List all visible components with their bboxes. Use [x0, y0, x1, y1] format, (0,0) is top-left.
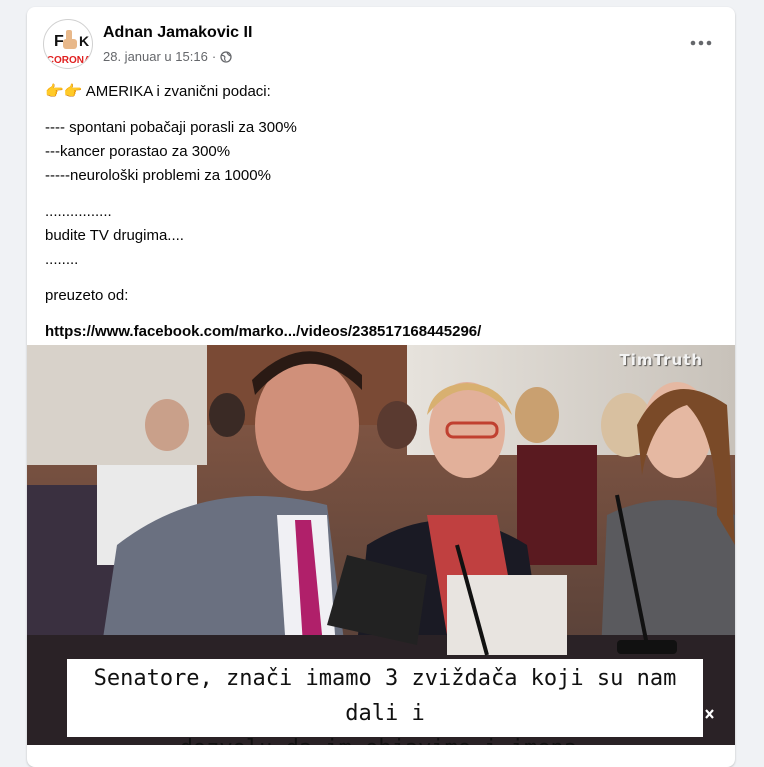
post-dots: ................: [45, 203, 112, 220]
video-player[interactable]: TimTruth Senatore, znači imamo 3 zviždač…: [27, 345, 735, 745]
post-link[interactable]: https://www.facebook.com/marko.../videos…: [45, 323, 481, 340]
post-dots: ........: [45, 251, 79, 268]
svg-text:K: K: [79, 33, 89, 49]
post-line: preuzeto od:: [45, 287, 129, 304]
post-line: ---kancer porastao za 300%: [45, 143, 231, 160]
post-line: ---- spontani pobačaji porasli za 300%: [45, 119, 297, 136]
mute-button[interactable]: [689, 703, 715, 725]
post-line-intro: 👉👉 AMERIKA i zvanični podaci:: [45, 80, 719, 104]
more-horizontal-icon: [690, 40, 712, 46]
meta-separator: ·: [211, 49, 217, 64]
video-subtitle: Senatore, znači imamo 3 zviždača koji su…: [67, 661, 703, 745]
pointing-emoji: 👉👉: [45, 83, 83, 100]
author-name[interactable]: Adnan Jamakovic II: [103, 24, 252, 42]
post-card: F K CORONA Adnan Jamakovic II 28. januar…: [27, 7, 735, 767]
subtitle-line: Senatore, znači imamo 3 zviždača koji su…: [93, 666, 677, 726]
globe-icon: [220, 50, 232, 63]
post-text: 👉👉 AMERIKA i zvanični podaci: ---- spont…: [45, 80, 719, 344]
more-options-button[interactable]: [683, 31, 719, 55]
subtitle-line: dozvolu da im objavimo i imena.: [67, 731, 703, 745]
avatar-logo-icon: F K CORONA: [47, 30, 91, 66]
post-line-intro-text: AMERIKA i zvanični podaci:: [85, 83, 271, 100]
avatar[interactable]: F K CORONA: [43, 19, 93, 69]
post-line: -----neurološki problemi za 1000%: [45, 167, 271, 184]
avatar-caption: CORONA: [47, 55, 91, 66]
post-meta: 28. januar u 15:16 ·: [103, 49, 232, 64]
video-watermark: TimTruth: [619, 351, 703, 369]
volume-muted-icon: [691, 706, 714, 722]
post-header: F K CORONA Adnan Jamakovic II 28. januar…: [43, 19, 719, 69]
post-timestamp[interactable]: 28. januar u 15:16: [103, 49, 208, 64]
post-line: budite TV drugima....: [45, 227, 184, 244]
avatar-letter: F: [54, 33, 64, 50]
